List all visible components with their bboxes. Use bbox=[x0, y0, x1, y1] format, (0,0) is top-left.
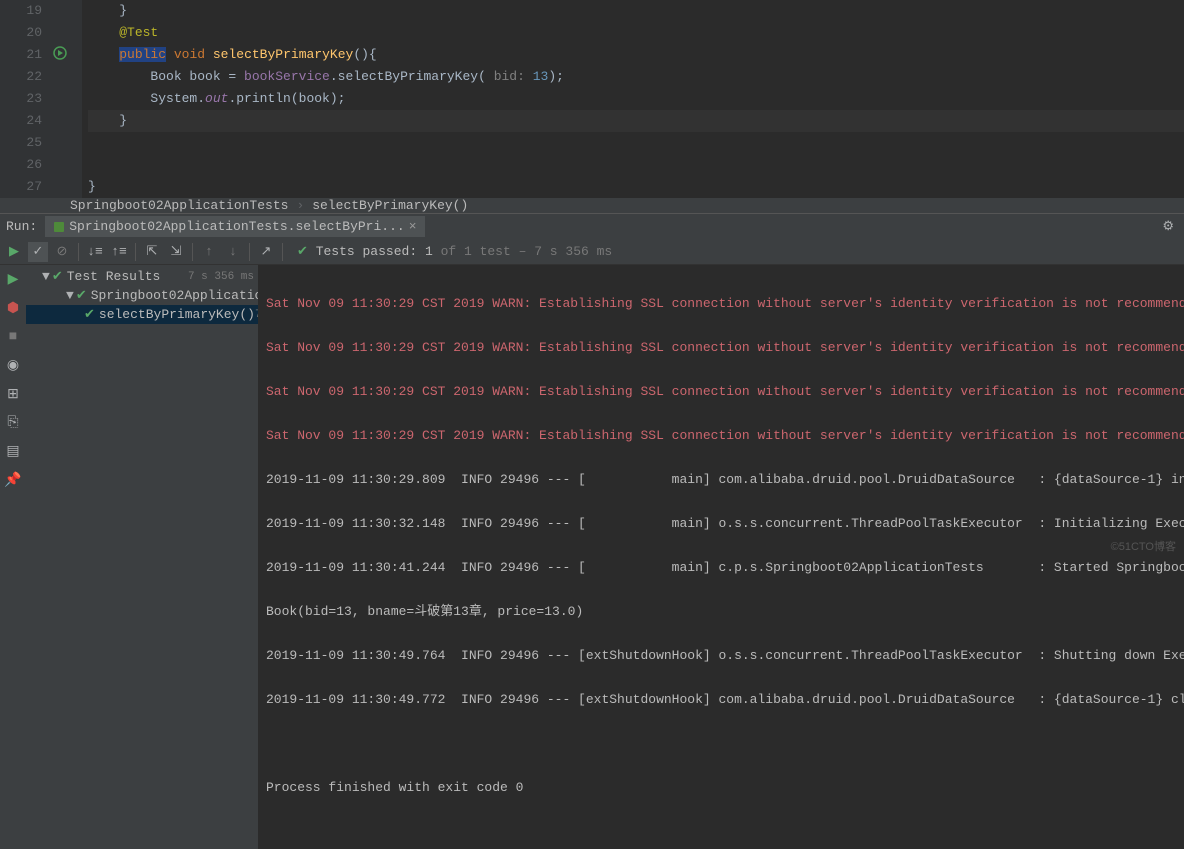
line-gutter: 19 20 21 22 23 24 25 26 27 bbox=[0, 0, 50, 198]
gutter-icons bbox=[50, 0, 70, 198]
sort-button[interactable]: ↓≡ bbox=[85, 242, 105, 262]
next-test-button[interactable]: ↓ bbox=[223, 242, 243, 262]
run-tab[interactable]: Springboot02ApplicationTests.selectByPri… bbox=[45, 216, 424, 237]
fold-column bbox=[70, 0, 82, 198]
export-button[interactable]: ↗ bbox=[256, 242, 276, 262]
code-content[interactable]: } @Test public void selectByPrimaryKey()… bbox=[82, 0, 1184, 198]
test-config-icon bbox=[53, 221, 65, 233]
breadcrumb[interactable]: Springboot02ApplicationTests › selectByP… bbox=[0, 198, 1184, 213]
exit-icon[interactable]: ⎘ bbox=[7, 415, 18, 431]
watermark: ©51CTO博客 bbox=[1111, 538, 1176, 554]
chevron-right-icon: › bbox=[296, 198, 304, 213]
run-label: Run: bbox=[6, 219, 37, 234]
run-icon[interactable]: ▶ bbox=[8, 271, 19, 288]
close-icon[interactable]: × bbox=[409, 219, 417, 234]
stop-button[interactable]: ⊘ bbox=[52, 242, 72, 262]
camera-icon[interactable]: ◉ bbox=[7, 357, 19, 374]
rerun-button[interactable]: ▶ bbox=[4, 242, 24, 262]
breadcrumb-method[interactable]: selectByPrimaryKey() bbox=[312, 198, 468, 213]
pin-icon[interactable]: 📌 bbox=[4, 472, 21, 489]
test-toolbar: ▶ ✓ ⊘ ↓≡ ↑≡ ⇱ ⇲ ↑ ↓ ↗ ✔ Tests passed: 1 … bbox=[0, 239, 1184, 265]
tree-class[interactable]: ▼✔Springboot02ApplicationTe7 s 356 ms bbox=[26, 286, 258, 305]
test-tree[interactable]: ▼✔Test Results7 s 356 ms ▼✔Springboot02A… bbox=[26, 265, 258, 849]
gear-icon[interactable]: ⚙ bbox=[1162, 219, 1174, 234]
run-tabs: Run: Springboot02ApplicationTests.select… bbox=[0, 214, 1184, 239]
tree-root[interactable]: ▼✔Test Results7 s 356 ms bbox=[26, 267, 258, 286]
run-test-gutter-icon[interactable] bbox=[53, 46, 67, 64]
dashboard-icon[interactable]: ▤ bbox=[6, 443, 19, 460]
collapse-button[interactable]: ⇲ bbox=[166, 242, 186, 262]
prev-test-button[interactable]: ↑ bbox=[199, 242, 219, 262]
run-side-toolbar: ▶ ⬢ ■ ◉ ⊞ ⎘ ▤ 📌 bbox=[0, 265, 26, 849]
expand-button[interactable]: ⇱ bbox=[142, 242, 162, 262]
toggle-tests-button[interactable]: ✓ bbox=[28, 242, 48, 262]
console-output[interactable]: Sat Nov 09 11:30:29 CST 2019 WARN: Estab… bbox=[258, 265, 1184, 849]
run-panel: Run: Springboot02ApplicationTests.select… bbox=[0, 213, 1184, 849]
filter-button[interactable]: ↑≡ bbox=[109, 242, 129, 262]
stop-icon[interactable]: ■ bbox=[9, 329, 17, 345]
tree-method[interactable]: ✔selectByPrimaryKey()7 s 356 ms bbox=[26, 305, 258, 324]
code-editor[interactable]: 19 20 21 22 23 24 25 26 27 } @Test publi… bbox=[0, 0, 1184, 198]
breadcrumb-class[interactable]: Springboot02ApplicationTests bbox=[70, 198, 288, 213]
tests-summary: ✔ Tests passed: 1 of 1 test – 7 s 356 ms bbox=[297, 244, 612, 259]
debug-icon[interactable]: ⬢ bbox=[7, 300, 19, 317]
layout-icon[interactable]: ⊞ bbox=[7, 386, 19, 403]
